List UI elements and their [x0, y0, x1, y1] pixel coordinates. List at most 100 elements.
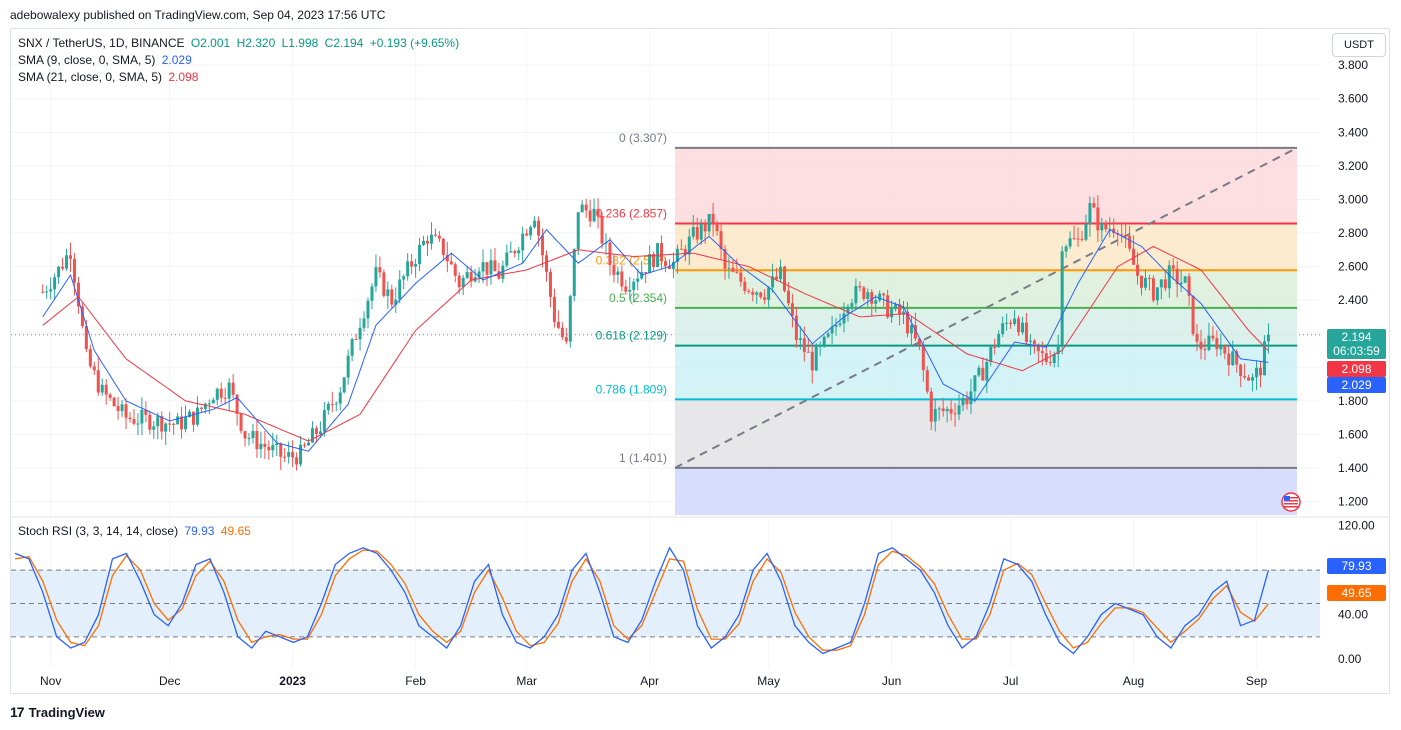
candle-body — [1136, 264, 1140, 276]
candle-body — [660, 243, 664, 262]
candle-body — [624, 286, 628, 292]
x-tick-label: Jul — [1003, 674, 1018, 688]
candle-body — [644, 272, 648, 274]
candle-body — [116, 406, 120, 412]
candle-body — [600, 216, 604, 244]
stoch-d-value: 49.65 — [220, 524, 251, 538]
candle-body — [1167, 265, 1171, 289]
chart-canvas[interactable]: 0 (3.307)0.236 (2.857)0.382 (2.578)0.5 (… — [0, 0, 1401, 700]
candle-body — [156, 416, 160, 427]
candle-body — [453, 264, 457, 276]
candle-body — [1076, 238, 1080, 240]
candle-body — [997, 333, 1001, 348]
us-flag-marker[interactable] — [1281, 492, 1301, 512]
x-tick-label: May — [757, 674, 780, 688]
candle-body — [493, 260, 497, 272]
candle-body — [69, 255, 72, 259]
candle-body — [426, 240, 429, 244]
ohlc-high: H2.320 — [236, 36, 276, 50]
candle-body — [140, 409, 144, 424]
ohlc-open: O2.001 — [190, 36, 231, 50]
candle-body — [195, 407, 199, 425]
candle-body — [957, 405, 961, 415]
candle-body — [925, 370, 929, 392]
candle-body — [1266, 334, 1270, 342]
stoch-y-tick-label: 120.00 — [1338, 519, 1375, 533]
candle-body — [1151, 278, 1155, 301]
y-tick-label: 3.600 — [1338, 92, 1368, 106]
candle-body — [342, 377, 346, 393]
footer-brand[interactable]: 17 TradingView — [10, 704, 105, 720]
candle-body — [679, 248, 683, 250]
candle-body — [366, 300, 370, 319]
candle-body — [560, 327, 564, 338]
candle-body — [790, 303, 794, 316]
fib-level-label: 0.786 (1.809) — [596, 382, 667, 396]
candle-body — [132, 419, 136, 424]
y-tick-label: 1.400 — [1338, 461, 1368, 475]
candle-body — [533, 220, 537, 228]
candle-body — [735, 271, 739, 273]
candle-body — [184, 417, 188, 430]
candle-body — [850, 303, 854, 307]
y-tick-label: 1.800 — [1338, 394, 1368, 408]
sma21-price-tag: 2.098 — [1327, 361, 1386, 377]
candle-body — [267, 447, 271, 451]
brand-name: TradingView — [28, 704, 105, 720]
candle-body — [283, 456, 287, 458]
candle-body — [211, 399, 215, 404]
x-tick-label: Mar — [516, 674, 537, 688]
candle-body — [330, 403, 334, 405]
candle-body — [219, 388, 223, 398]
candle-body — [1005, 322, 1009, 324]
candle-body — [786, 290, 790, 304]
fib-zone — [675, 223, 1297, 271]
candle-body — [993, 347, 997, 349]
x-tick-label: Sep — [1246, 674, 1268, 688]
candle-body — [406, 261, 410, 277]
candle-body — [322, 410, 326, 432]
candle-body — [168, 423, 172, 425]
candle-body — [537, 220, 541, 236]
candle-body — [525, 233, 529, 236]
fib-zone — [675, 399, 1297, 468]
candle-body — [1215, 338, 1219, 350]
candle-body — [160, 416, 164, 432]
candle-body — [1171, 265, 1175, 269]
ohlc-low: L1.998 — [281, 36, 319, 50]
candle-body — [1013, 318, 1017, 324]
candle-body — [370, 286, 374, 301]
candle-body — [199, 407, 203, 409]
candle-body — [1219, 345, 1223, 350]
candle-body — [386, 289, 390, 296]
candle-body — [612, 264, 616, 275]
candle-body — [108, 394, 112, 398]
candle-body — [743, 281, 747, 292]
candle-body — [592, 208, 596, 222]
candle-body — [1092, 203, 1096, 208]
candle-body — [648, 254, 652, 274]
candle-body — [568, 296, 572, 342]
candle-body — [1072, 238, 1076, 240]
candle-body — [858, 286, 862, 288]
candle-body — [541, 235, 545, 256]
candle-body — [1183, 276, 1187, 283]
candle-body — [1048, 361, 1052, 364]
tradingview-logo-icon: 17 — [10, 704, 25, 720]
y-tick-label: 2.800 — [1338, 226, 1368, 240]
candle-body — [529, 227, 533, 236]
candle-body — [437, 235, 441, 239]
candle-body — [715, 223, 719, 232]
candle-body — [279, 443, 283, 457]
candle-body — [318, 431, 322, 434]
currency-button[interactable]: USDT — [1332, 33, 1386, 57]
candle-body — [1247, 377, 1251, 381]
candle-body — [1028, 340, 1032, 342]
candle-body — [1243, 376, 1247, 378]
candle-body — [485, 262, 489, 275]
candle-body — [303, 444, 307, 446]
sma9-label: SMA (9, close, 0, SMA, 5) — [18, 53, 156, 67]
stoch-rsi-pane — [11, 546, 1320, 655]
candle-body — [548, 271, 552, 297]
x-tick-label: Nov — [40, 674, 61, 688]
